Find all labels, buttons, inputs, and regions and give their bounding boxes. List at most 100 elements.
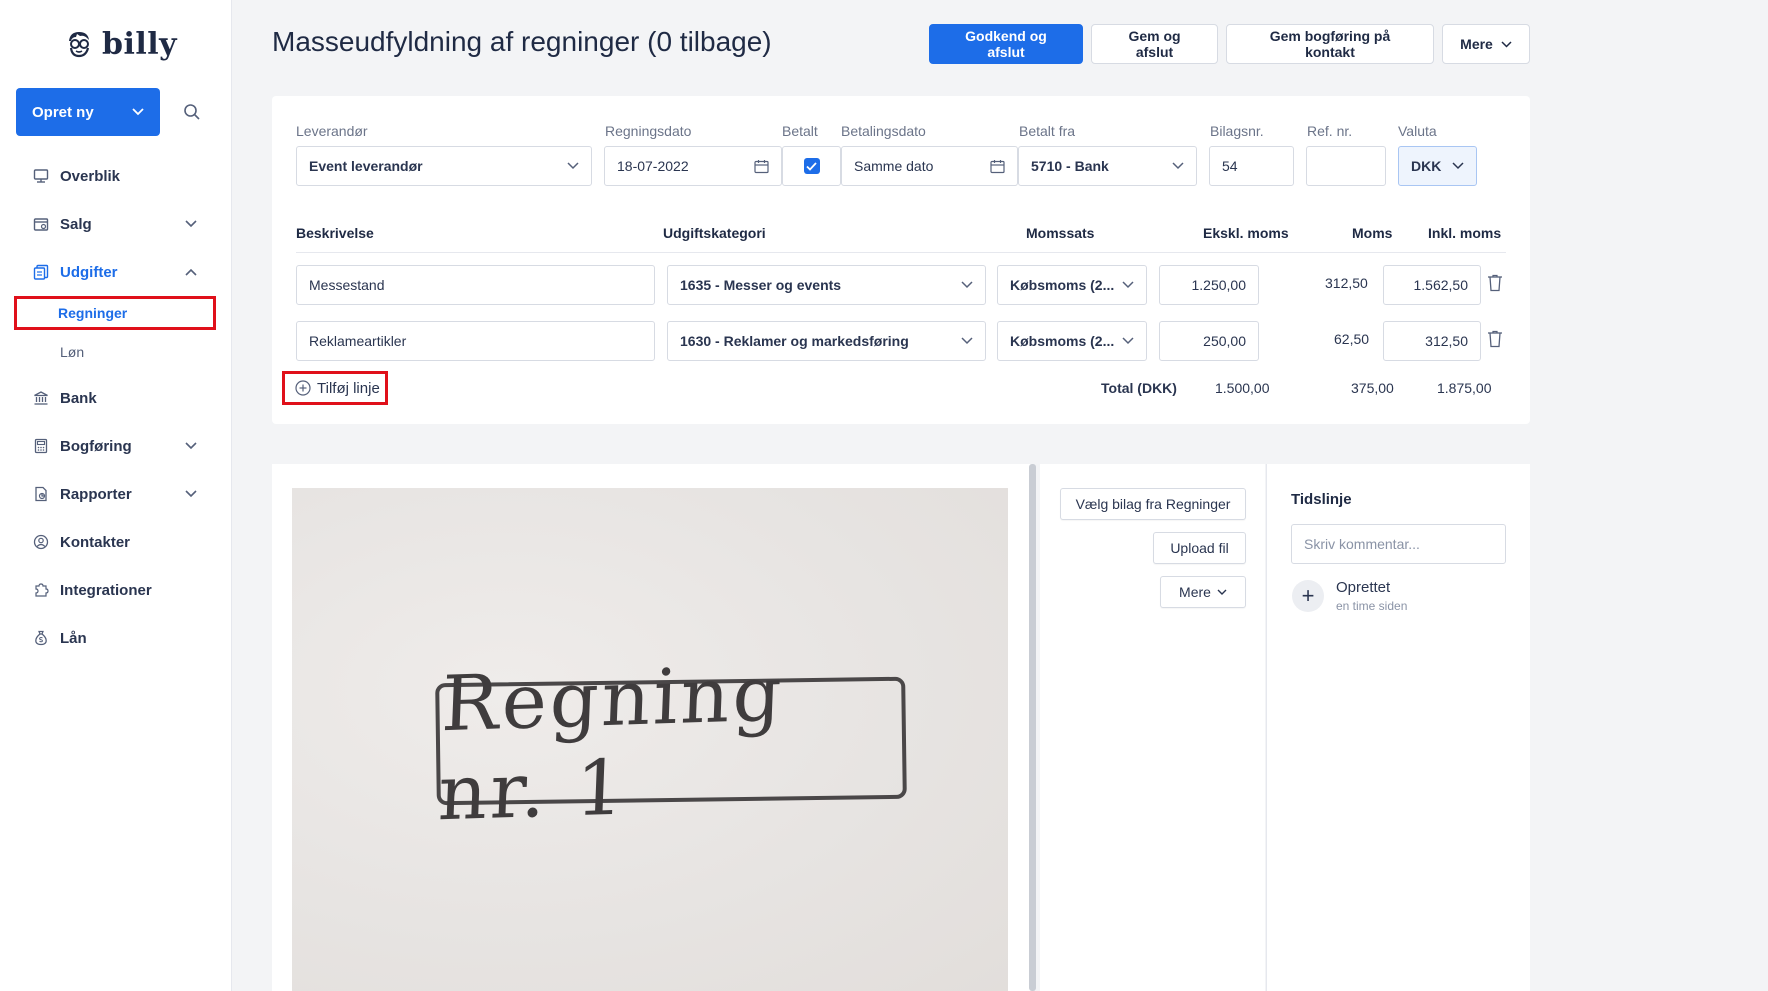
chevron-down-icon (1122, 281, 1134, 289)
payment-date-label: Betalingsdato (841, 123, 926, 139)
excl-vat-header: Ekskl. moms (1203, 225, 1289, 241)
sidebar-subitem-regninger[interactable]: Regninger (14, 296, 216, 330)
line-vat-rate-value: Købsmoms (2... (1010, 277, 1115, 293)
vendor-select[interactable]: Event leverandør (296, 146, 592, 186)
reference-number-field[interactable] (1306, 146, 1386, 186)
sidebar-item-bank[interactable]: Bank (0, 374, 232, 422)
dashboard-icon (32, 167, 50, 185)
sidebar-item-label: Integrationer (60, 581, 152, 599)
line-vat-rate-select[interactable]: Købsmoms (2... (997, 321, 1147, 361)
more-label: Mere (1460, 36, 1493, 52)
create-new-button[interactable]: Opret ny (16, 88, 160, 136)
sidebar-item-label: Udgifter (60, 263, 118, 281)
chevron-down-icon (185, 220, 197, 228)
trash-icon[interactable] (1487, 330, 1503, 348)
vendor-label: Leverandør (296, 123, 368, 139)
upload-file-button[interactable]: Upload fil (1153, 532, 1246, 564)
sidebar-item-label: Bank (60, 389, 97, 407)
sidebar-item-label: Salg (60, 215, 92, 233)
billy-logo[interactable]: billy (64, 24, 177, 64)
payment-date-value: Samme dato (854, 158, 934, 174)
line-description-value: Reklameartikler (309, 333, 407, 349)
save-and-finish-button[interactable]: Gem og afslut (1091, 24, 1218, 64)
bill-date-value: 18-07-2022 (617, 158, 689, 174)
handwritten-text: Regning nr. 1 (436, 648, 787, 838)
line-incl-vat-input[interactable]: 312,50 (1383, 321, 1481, 361)
logo-text: billy (102, 26, 178, 62)
sidebar-item-laan[interactable]: Lån (0, 614, 232, 662)
line-excl-vat-input[interactable]: 250,00 (1159, 321, 1259, 361)
save-posting-on-contact-button[interactable]: Gem bogføring på kontakt (1226, 24, 1434, 64)
calendar-icon[interactable] (990, 159, 1005, 174)
sidebar-subitem-loen[interactable]: Løn (0, 336, 232, 368)
chevron-down-icon (185, 442, 197, 450)
sidebar-item-bogfoering[interactable]: Bogføring (0, 422, 232, 470)
paid-checkbox[interactable] (803, 158, 820, 174)
chevron-down-icon (567, 162, 579, 170)
line-description-input[interactable]: Reklameartikler (296, 321, 655, 361)
calendar-icon[interactable] (754, 159, 769, 174)
voucher-number-value: 54 (1222, 158, 1238, 174)
sidebar-item-label: Overblik (60, 167, 121, 185)
line-incl-vat-value: 312,50 (1425, 333, 1468, 349)
line-incl-vat-value: 1.562,50 (1413, 277, 1469, 293)
line-vat-amount: 312,50 (1325, 275, 1368, 291)
chevron-down-icon (1217, 589, 1227, 595)
sidebar-item-rapporter[interactable]: Rapporter (0, 470, 232, 518)
expenses-icon (32, 263, 50, 281)
currency-select[interactable]: DKK (1398, 146, 1477, 186)
puzzle-icon (32, 581, 50, 599)
sidebar-item-overblik[interactable]: Overblik (0, 152, 232, 200)
trash-icon[interactable] (1487, 274, 1503, 292)
paid-checkbox-field (782, 146, 841, 186)
more-button[interactable]: Mere (1442, 24, 1530, 64)
chevron-up-icon (185, 268, 197, 276)
line-category-select[interactable]: 1635 - Messer og events (667, 265, 986, 305)
sidebar-item-integrationer[interactable]: Integrationer (0, 566, 232, 614)
chevron-down-icon (1501, 40, 1512, 48)
line-incl-vat-input[interactable]: 1.562,50 (1383, 265, 1481, 305)
paid-from-value: 5710 - Bank (1031, 158, 1109, 174)
bill-date-field[interactable]: 18-07-2022 (604, 146, 782, 186)
chevron-down-icon (1172, 162, 1184, 170)
category-header: Udgiftskategori (663, 225, 766, 241)
total-vat: 375,00 (1351, 380, 1394, 396)
currency-label: Valuta (1398, 123, 1437, 139)
line-vat-amount: 62,50 (1334, 331, 1370, 347)
sidebar-item-udgifter[interactable]: Udgifter (0, 248, 232, 296)
timeline-event-time: en time siden (1336, 599, 1408, 613)
comment-input[interactable] (1291, 524, 1506, 564)
voucher-number-field[interactable]: 54 (1209, 146, 1294, 186)
preview-scrollbar[interactable] (1029, 464, 1036, 991)
attachment-more-button[interactable]: Mere (1160, 576, 1246, 608)
search-icon[interactable] (180, 100, 204, 124)
sidebar-item-salg[interactable]: Salg (0, 200, 232, 248)
chevron-down-icon (961, 281, 973, 289)
line-vat-rate-value: Købsmoms (2... (1010, 333, 1115, 349)
paid-from-label: Betalt fra (1019, 123, 1076, 139)
line-category-select[interactable]: 1630 - Reklamer og markedsføring (667, 321, 986, 361)
timeline-title: Tidslinje (1291, 491, 1352, 508)
approve-and-finish-button[interactable]: Godkend og afslut (929, 24, 1083, 64)
line-description-value: Messestand (309, 277, 385, 293)
payment-date-field[interactable]: Samme dato (841, 146, 1018, 186)
invoice-icon (32, 215, 50, 233)
line-excl-vat-value: 1.250,00 (1191, 277, 1247, 293)
sidebar: billy Opret ny Overblik Salg Udgifter Re… (0, 0, 232, 991)
line-excl-vat-input[interactable]: 1.250,00 (1159, 265, 1259, 305)
select-voucher-button[interactable]: Vælg bilag fra Regninger (1060, 488, 1246, 520)
paid-from-select[interactable]: 5710 - Bank (1018, 146, 1197, 186)
total-label: Total (DKK) (1101, 380, 1177, 396)
sidebar-item-kontakter[interactable]: Kontakter (0, 518, 232, 566)
line-vat-rate-select[interactable]: Købsmoms (2... (997, 265, 1147, 305)
billy-mascot-icon (69, 32, 90, 58)
timeline-event-label: Oprettet (1336, 579, 1391, 596)
bill-date-label: Regningsdato (605, 123, 692, 139)
line-description-input[interactable]: Messestand (296, 265, 655, 305)
chevron-down-icon (185, 490, 197, 498)
create-new-label: Opret ny (32, 103, 94, 121)
add-line-label: Tilføj linje (317, 379, 380, 397)
moneybag-icon (32, 629, 50, 647)
add-line-button[interactable]: Tilføj linje (282, 371, 388, 405)
contacts-icon (32, 533, 50, 551)
